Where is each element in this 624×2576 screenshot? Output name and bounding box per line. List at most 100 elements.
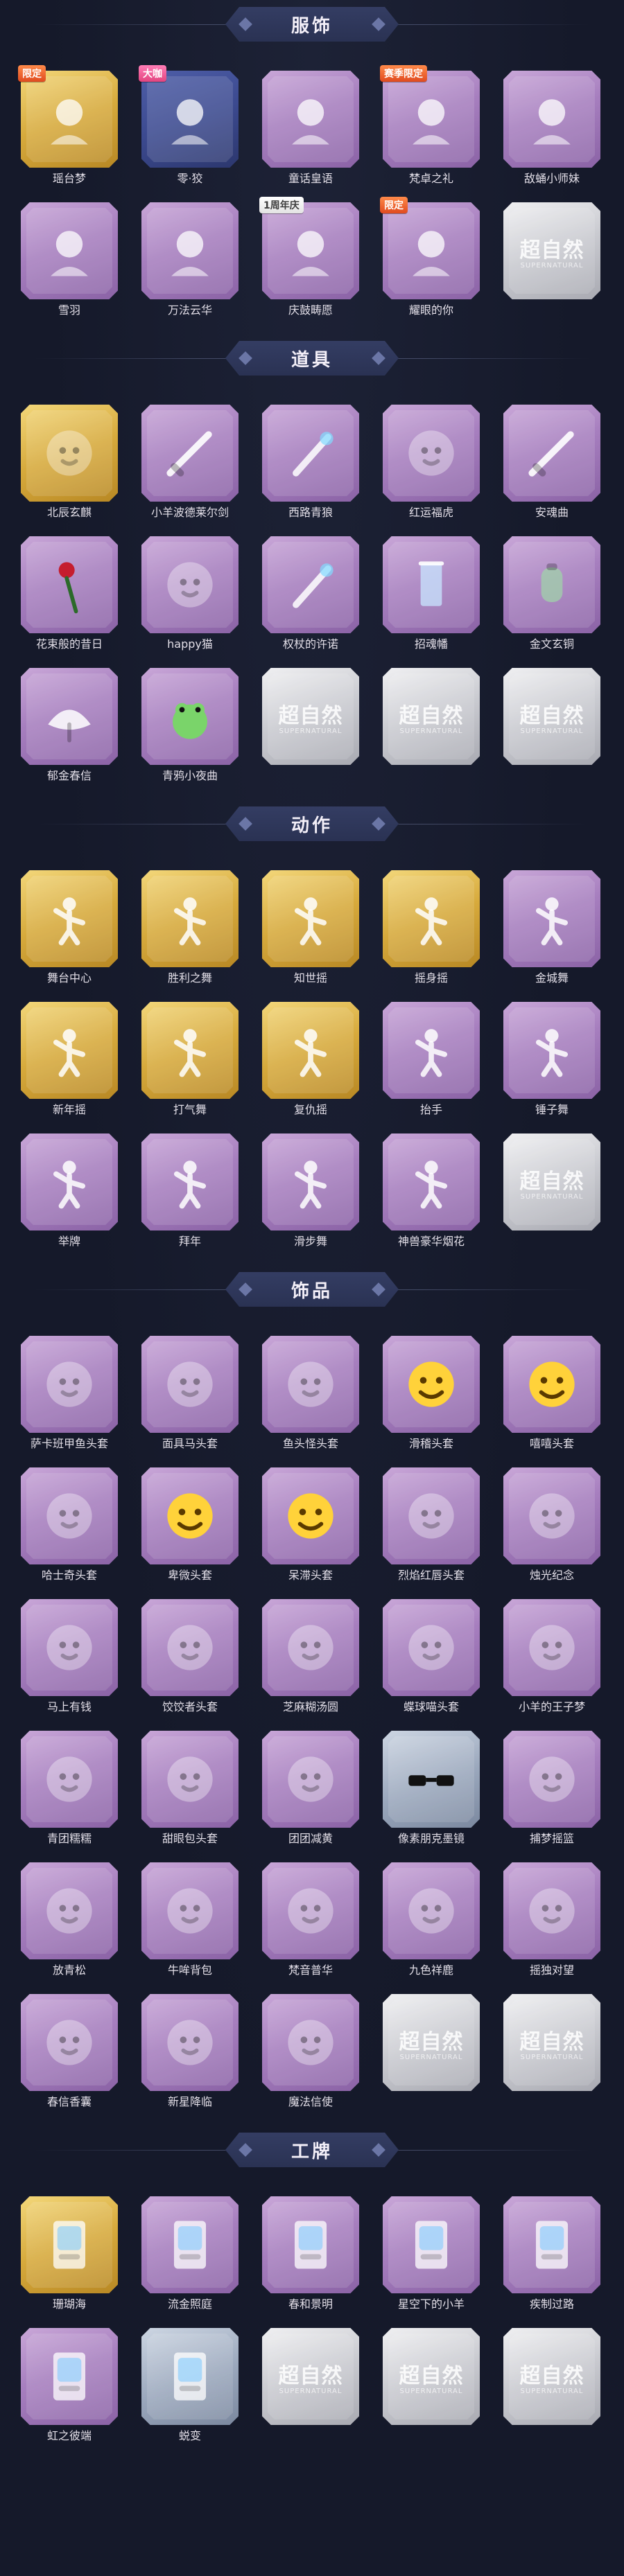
item-card[interactable]: 珊瑚海 [21, 2196, 118, 2311]
item-card[interactable]: 锤子舞 [503, 1002, 600, 1116]
item-card[interactable]: 芝麻糊汤圆 [262, 1599, 359, 1713]
item-card[interactable]: 知世摇 [262, 870, 359, 985]
item-card[interactable]: 打气舞 [141, 1002, 239, 1116]
item-card[interactable]: 放青松 [21, 1862, 118, 1977]
item-card[interactable]: 新年摇 [21, 1002, 118, 1116]
item-card[interactable]: 万法云华 [141, 202, 239, 317]
item-card[interactable]: 舞台中心 [21, 870, 118, 985]
item-card[interactable]: 赛季限定 梵卓之礼 [380, 65, 480, 185]
item-card[interactable]: 郁金春信 [21, 668, 118, 782]
character-portrait-icon [519, 86, 585, 152]
item-card[interactable]: 烛光纪念 [503, 1467, 600, 1582]
item-card[interactable]: 鱼头怪头套 [262, 1336, 359, 1450]
item-card[interactable]: 马上有钱 [21, 1599, 118, 1713]
item-card[interactable]: 举牌 [21, 1133, 118, 1248]
pikachu-icon [398, 1483, 465, 1549]
item-card[interactable]: 童话皇语 [262, 71, 359, 185]
item-card[interactable]: 小羊波德莱尔剑 [141, 405, 239, 519]
item-label: 花束般的昔日 [35, 637, 103, 651]
placeholder-logo-subtext: SUPERNATURAL [399, 727, 463, 735]
bird-icon [36, 1614, 103, 1681]
item-card[interactable]: 滑稽头套 [383, 1336, 480, 1450]
placeholder-logo-subtext: SUPERNATURAL [520, 1192, 584, 1201]
item-label: 捕梦摇篮 [529, 1832, 575, 1845]
item-label: 星空下的小羊 [397, 2297, 465, 2311]
item-card[interactable]: 雪羽 [21, 202, 118, 317]
item-card[interactable]: 呆滞头套 [262, 1467, 359, 1582]
item-card[interactable]: 魔法信使 [262, 1994, 359, 2108]
item-card[interactable]: 蜕变 [141, 2328, 239, 2442]
item-label: 红运福虎 [408, 506, 454, 519]
item-card[interactable]: 捕梦摇篮 [503, 1731, 600, 1845]
item-label: 梵卓之礼 [408, 172, 454, 185]
item-label: 青团糯糯 [46, 1832, 92, 1845]
item-card[interactable]: 流金照庭 [141, 2196, 239, 2311]
item-card[interactable]: 饺饺者头套 [141, 1599, 239, 1713]
item-card[interactable]: 权杖的许诺 [262, 536, 359, 651]
item-card[interactable]: 花束般的昔日 [21, 536, 118, 651]
item-card[interactable]: 安魂曲 [503, 405, 600, 519]
item-card[interactable]: 招魂幡 [383, 536, 480, 651]
item-card[interactable]: 西路青狼 [262, 405, 359, 519]
item-card[interactable]: 神兽豪华烟花 [383, 1133, 480, 1248]
placeholder-logo-subtext: SUPERNATURAL [399, 2053, 463, 2061]
blade-icon [519, 420, 585, 486]
item-card[interactable]: 哈士奇头套 [21, 1467, 118, 1582]
item-card[interactable]: 疾制过路 [503, 2196, 600, 2311]
item-label: 锤子舞 [535, 1103, 569, 1116]
placeholder-logo: 超自然 SUPERNATURAL [503, 2328, 600, 2425]
item-card[interactable]: 敌蛹小师妹 [503, 71, 600, 185]
item-card[interactable]: 限定 瑶台梦 [18, 65, 118, 185]
item-card[interactable]: 星空下的小羊 [383, 2196, 480, 2311]
item-card[interactable]: 限定 耀眼的你 [380, 197, 480, 317]
item-card[interactable]: 团团减黄 [262, 1731, 359, 1845]
item-card[interactable]: 青鸦小夜曲 [141, 668, 239, 782]
item-badge: 1周年庆 [259, 197, 304, 213]
item-card[interactable]: 摇身摇 [383, 870, 480, 985]
item-card[interactable]: 复仇摇 [262, 1002, 359, 1116]
character-portrait-icon [398, 218, 465, 284]
item-card[interactable]: 嘻嘻头套 [503, 1336, 600, 1450]
item-card[interactable]: 1周年庆 庆鼓畴愿 [259, 197, 359, 317]
item-card[interactable]: 虹之彼端 [21, 2328, 118, 2442]
character-portrait-icon [398, 86, 465, 152]
section-header: 工牌 [0, 2133, 624, 2167]
item-card[interactable]: 金城舞 [503, 870, 600, 985]
item-card[interactable]: 胜利之舞 [141, 870, 239, 985]
item-label: 新星降临 [167, 2095, 213, 2108]
item-card[interactable]: 甜眼包头套 [141, 1731, 239, 1845]
item-card[interactable]: 新星降临 [141, 1994, 239, 2108]
item-card[interactable]: 像素朋克墨镜 [383, 1731, 480, 1845]
item-card[interactable]: 萨卡班甲鱼头套 [21, 1336, 118, 1450]
item-card[interactable]: 北辰玄麒 [21, 405, 118, 519]
item-card[interactable]: 大咖 零·狡 [139, 65, 239, 185]
item-card[interactable]: 卑微头套 [141, 1467, 239, 1582]
item-label: 蜕变 [178, 2429, 202, 2442]
item-card[interactable]: 青团糯糯 [21, 1731, 118, 1845]
item-card[interactable]: 摇独对望 [503, 1862, 600, 1977]
item-label: 耀眼的你 [408, 303, 454, 317]
dumpling-icon [277, 1614, 344, 1681]
item-card[interactable]: 小羊的王子梦 [503, 1599, 600, 1713]
placeholder-logo: 超自然 SUPERNATURAL [503, 1994, 600, 2091]
item-card[interactable]: 面具马头套 [141, 1336, 239, 1450]
item-card[interactable]: 牛哞背包 [141, 1862, 239, 1977]
item-card[interactable]: 烈焰红唇头套 [383, 1467, 480, 1582]
section-title: 工牌 [291, 2141, 333, 2162]
item-card[interactable]: 金文玄铜 [503, 536, 600, 651]
item-card[interactable]: 春信香囊 [21, 1994, 118, 2108]
doll-icon [277, 1878, 344, 1944]
item-card[interactable]: 红运福虎 [383, 405, 480, 519]
item-card[interactable]: 蝶球喵头套 [383, 1599, 480, 1713]
item-card[interactable]: 春和景明 [262, 2196, 359, 2311]
item-label: 青鸦小夜曲 [162, 769, 218, 782]
dragon-icon [36, 420, 103, 486]
item-card[interactable]: 梵音普华 [262, 1862, 359, 1977]
item-card[interactable]: 滑步舞 [262, 1133, 359, 1248]
item-card[interactable]: 九色祥鹿 [383, 1862, 480, 1977]
item-card[interactable]: 抬手 [383, 1002, 480, 1116]
item-card[interactable]: happy猫 [141, 536, 239, 651]
item-label: 滑稽头套 [408, 1437, 454, 1450]
item-card[interactable]: 拜年 [141, 1133, 239, 1248]
pose-icon [277, 1017, 344, 1084]
